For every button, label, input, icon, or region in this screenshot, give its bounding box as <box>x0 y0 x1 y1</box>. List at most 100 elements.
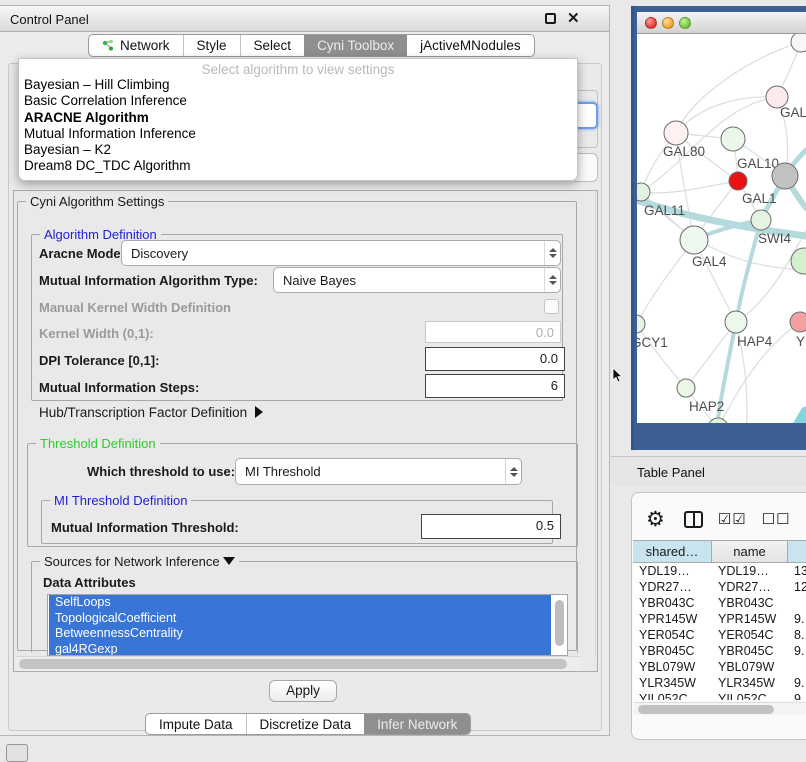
table-row[interactable]: YDR27…YDR27…12 <box>633 579 806 595</box>
data-attribute-item[interactable]: TopologicalCoefficient <box>49 611 551 627</box>
network-node-unlabeled[interactable] <box>791 34 806 52</box>
tab-discretize-data[interactable]: Discretize Data <box>246 714 365 734</box>
network-node-y[interactable] <box>790 312 806 332</box>
close-icon[interactable]: ✕ <box>567 9 580 27</box>
close-traffic-light-icon[interactable] <box>645 17 657 29</box>
network-edge[interactable] <box>637 324 686 388</box>
network-window-titlebar[interactable] <box>637 12 806 34</box>
network-node-gal10[interactable] <box>721 127 745 151</box>
minimize-traffic-light-icon[interactable] <box>662 17 674 29</box>
table-cell: YBR045C <box>633 643 712 659</box>
network-node-gal11[interactable] <box>637 183 650 201</box>
table-horizontal-scrollbar[interactable] <box>634 702 806 715</box>
data-attributes-label: Data Attributes <box>43 575 136 590</box>
table-cell: YBR043C <box>633 595 712 611</box>
column-header[interactable]: A <box>788 541 806 562</box>
algorithm-option[interactable]: Mutual Information Inference <box>19 126 577 142</box>
table-cell: YBR045C <box>712 643 788 659</box>
column-header[interactable]: name <box>712 541 788 562</box>
select-all-checkboxes-icon[interactable]: ☑☑ <box>718 510 747 528</box>
tab-style[interactable]: Style <box>183 35 240 56</box>
tab-cyni-toolbox[interactable]: Cyni Toolbox <box>304 35 407 56</box>
sources-toggle[interactable]: Sources for Network Inference <box>40 554 239 569</box>
list-scrollbar-thumb[interactable] <box>555 600 564 646</box>
algorithm-option[interactable]: Bayesian – K2 <box>19 142 577 158</box>
mi-algorithm-type-combo[interactable]: Naive Bayes <box>273 267 561 293</box>
manual-kernel-width-checkbox[interactable] <box>544 299 559 314</box>
network-edge[interactable] <box>786 412 806 423</box>
dpi-tolerance-label: DPI Tolerance [0,1]: <box>39 353 159 368</box>
table-cell: YBL079W <box>712 659 788 675</box>
apply-button[interactable]: Apply <box>269 680 337 702</box>
which-threshold-combo[interactable]: MI Threshold <box>235 458 522 485</box>
network-edge[interactable] <box>641 181 738 193</box>
settings-vertical-scrollbar[interactable] <box>595 193 598 657</box>
column-header[interactable]: shared… <box>633 541 712 562</box>
network-node-gal80[interactable] <box>664 121 688 145</box>
kernel-width-field[interactable]: 0.0 <box>425 321 561 343</box>
float-window-icon[interactable] <box>545 13 556 24</box>
table-row[interactable]: YDL19…YDL19…13 <box>633 563 806 579</box>
data-attribute-item[interactable]: SelfLoops <box>49 595 551 611</box>
aracne-mode-label: Aracne Mode: <box>39 246 125 261</box>
network-node-hap4[interactable] <box>725 311 747 333</box>
table-cell: YLR345W <box>712 675 788 691</box>
network-edge[interactable] <box>676 97 777 133</box>
network-canvas[interactable]: GALGAL80GAL10GAL1GAL11SWI4GAL4GCY1HAP4YH… <box>637 34 806 423</box>
dpi-tolerance-field[interactable]: 0.0 <box>425 347 565 371</box>
settings-horizontal-scrollbar[interactable] <box>15 656 581 671</box>
tab-select[interactable]: Select <box>240 35 305 56</box>
algorithm-option[interactable]: Bayesian – Hill Climbing <box>19 77 577 93</box>
scrollbar-thumb[interactable] <box>19 659 567 669</box>
table-cell: 9. <box>788 611 806 627</box>
algorithm-option[interactable]: Dream8 DC_TDC Algorithm <box>19 158 577 174</box>
table-cell: YIL052C <box>712 691 788 700</box>
scrollbar-thumb[interactable] <box>598 201 599 573</box>
gear-icon[interactable]: ⚙ <box>646 509 665 530</box>
docked-panel-icon[interactable] <box>6 744 28 762</box>
hub-definition-toggle[interactable]: Hub/Transcription Factor Definition <box>39 405 263 420</box>
table-row[interactable]: YBL079WYBL079W <box>633 659 806 675</box>
network-edge[interactable] <box>641 97 777 192</box>
algorithm-option[interactable]: ARACNE Algorithm <box>19 110 577 126</box>
tab-jactivemnodules[interactable]: jActiveMNodules <box>407 35 534 56</box>
algorithm-placeholder: Select algorithm to view settings <box>19 59 577 77</box>
table-row[interactable]: YPR145WYPR145W9. <box>633 611 806 627</box>
node-label: HAP2 <box>689 399 724 414</box>
data-attribute-item[interactable]: gal4RGexp <box>49 642 551 657</box>
node-label: SWI4 <box>758 231 791 246</box>
deselect-all-checkboxes-icon[interactable]: ☐☐ <box>762 510 791 528</box>
kernel-width-label: Kernel Width (0,1): <box>39 326 154 341</box>
network-edge[interactable] <box>637 240 694 324</box>
table-row[interactable]: YLR345WYLR345W9. <box>633 675 806 691</box>
table-row[interactable]: YBR043CYBR043C <box>633 595 806 611</box>
tab-infer-network[interactable]: Infer Network <box>364 714 470 734</box>
table-cell: YDL19… <box>712 563 788 579</box>
table-row[interactable]: YER054CYER054C8. <box>633 627 806 643</box>
network-node-hap2[interactable] <box>677 379 695 397</box>
tab-impute-data[interactable]: Impute Data <box>146 714 246 734</box>
network-node-gal4[interactable] <box>680 226 708 254</box>
algorithm-option[interactable]: Basic Correlation Inference <box>19 93 577 109</box>
table-row[interactable]: YIL052CYIL052C9 <box>633 691 806 700</box>
data-attribute-item[interactable]: BetweennessCentrality <box>49 626 551 642</box>
mi-steps-field[interactable]: 6 <box>425 374 565 398</box>
tab-network[interactable]: Network <box>89 35 183 56</box>
table-cell: YER054C <box>633 627 712 643</box>
network-node-gal1[interactable] <box>729 172 747 190</box>
zoom-traffic-light-icon[interactable] <box>679 17 691 29</box>
network-node-swi4[interactable] <box>751 210 771 230</box>
network-node-unlabeled[interactable] <box>772 163 798 189</box>
network-icon <box>102 39 115 52</box>
columns-icon[interactable] <box>684 511 703 528</box>
table-row[interactable]: YBR045CYBR045C9. <box>633 643 806 659</box>
network-node-unlabeled[interactable] <box>791 248 806 274</box>
control-panel-titlebar: Control Panel ✕ <box>0 6 609 32</box>
node-label: GAL80 <box>663 144 705 159</box>
mi-threshold-field[interactable]: 0.5 <box>421 514 561 539</box>
node-label: GCY1 <box>637 335 668 350</box>
scrollbar-thumb[interactable] <box>638 705 774 714</box>
table-cell: 12 <box>788 579 806 595</box>
aracne-mode-combo[interactable]: Discovery <box>121 240 561 266</box>
network-node-gcy1[interactable] <box>637 315 645 333</box>
